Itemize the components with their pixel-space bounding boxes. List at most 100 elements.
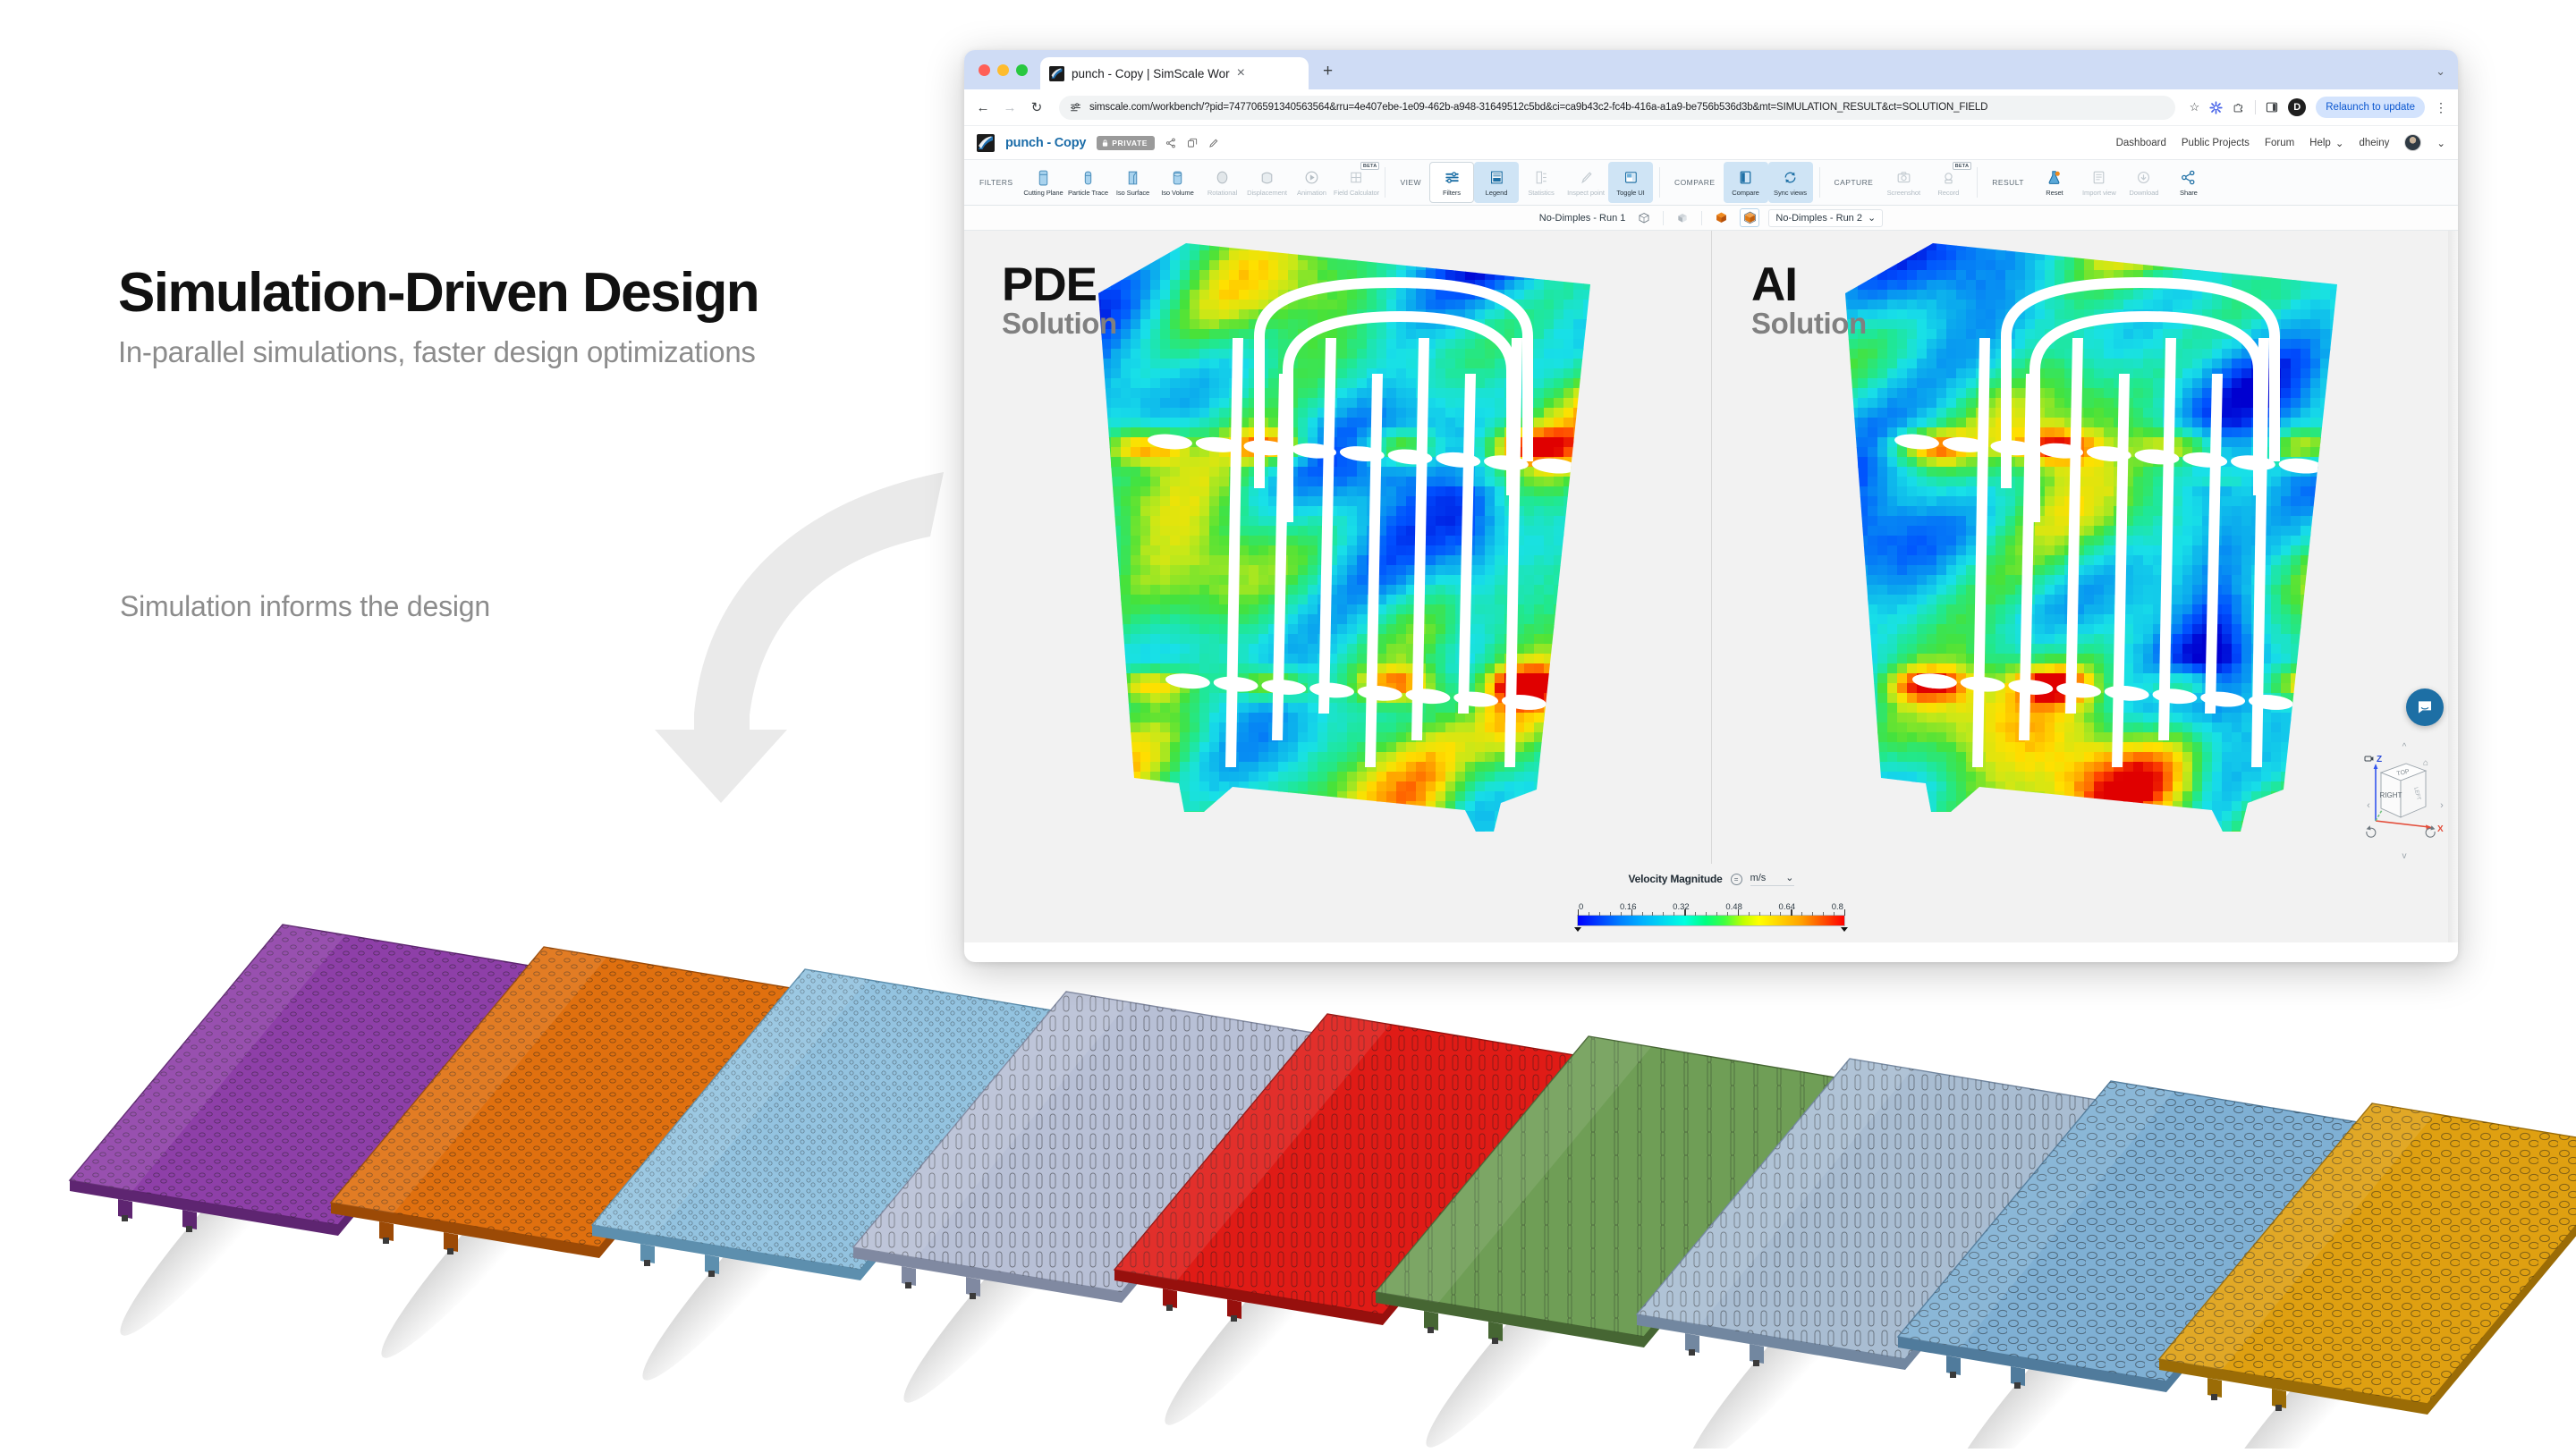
tune-icon[interactable] (1070, 102, 1081, 114)
ribbon-button-label: Compare (1732, 189, 1759, 197)
ribbon-button-share[interactable]: Share (2166, 162, 2211, 203)
extensions-icon[interactable] (2233, 101, 2245, 114)
profile-avatar[interactable]: D (2288, 98, 2306, 116)
reload-button[interactable]: ↻ (1029, 99, 1045, 115)
ribbon-button-filters[interactable]: Filters (1429, 162, 1474, 203)
run2-select[interactable]: No-Dimples - Run 2 ⌄ (1768, 209, 1883, 227)
wireframe-cube-icon[interactable] (1634, 208, 1654, 227)
beta-tag: BETA (1360, 162, 1380, 170)
chevron-down-icon[interactable]: ⌄ (2335, 137, 2344, 149)
window-traffic-lights[interactable] (975, 50, 1035, 89)
rotational-icon (1214, 169, 1231, 186)
relaunch-to-update-button[interactable]: Relaunch to update (2316, 97, 2425, 118)
ribbon-button-label: Cutting Plane (1023, 189, 1063, 197)
legend-major-tick (1631, 909, 1632, 916)
ribbon-button-legend[interactable]: Legend (1474, 162, 1519, 203)
username-label: dheiny (2359, 138, 2389, 148)
copy-icon[interactable] (1187, 138, 1198, 148)
legend-colorbar[interactable] (1577, 915, 1845, 926)
compare-divider[interactable] (1711, 231, 1712, 864)
legend-major-tick (1738, 909, 1739, 916)
ribbon-button-reset[interactable]: Reset (2032, 162, 2077, 203)
orange-cube-icon[interactable] (1711, 208, 1731, 227)
bookmark-star-icon[interactable]: ☆ (2190, 100, 2200, 114)
chevron-down-icon[interactable]: ⌄ (1868, 212, 1876, 224)
ribbon-group-label-result: RESULT (1984, 178, 2032, 187)
browser-menu-button[interactable]: ⋮ (2435, 100, 2447, 115)
ribbon-button-inspect-point: Inspect point (1563, 162, 1608, 203)
legend-minor-tick (1801, 912, 1802, 916)
url-text: simscale.com/workbench/?pid=747706591340… (1089, 102, 2165, 113)
browser-tab-title: punch - Copy | SimScale Wor (1072, 67, 1230, 80)
new-tab-button[interactable]: + (1323, 62, 1333, 81)
legend-minor-tick (1780, 912, 1781, 916)
headline-block: Simulation-Driven Design In-parallel sim… (118, 265, 1013, 369)
browser-tab[interactable]: punch - Copy | SimScale Wor × (1040, 57, 1309, 89)
chevron-down-icon[interactable]: ⌄ (2436, 64, 2445, 79)
legend-minor-tick (1834, 912, 1835, 916)
cutting-plane-icon (1035, 169, 1052, 186)
forward-button[interactable]: → (1002, 100, 1018, 115)
arrow-left-icon: ‹ (2367, 800, 2370, 811)
curved-down-arrow-icon (537, 447, 948, 823)
ribbon-button-sync-views[interactable]: Sync views (1768, 162, 1813, 203)
ribbon-button-label: Legend (1486, 189, 1508, 197)
ribbon-button-iso-volume[interactable]: Iso Volume (1155, 162, 1199, 203)
minimize-window-button[interactable] (997, 64, 1009, 76)
result-viewport[interactable]: PDE Solution AI Solution Velocity Magnit… (964, 231, 2458, 942)
zoom-window-button[interactable] (1016, 64, 1028, 76)
browser-tab-strip: punch - Copy | SimScale Wor × + ⌄ (964, 50, 2458, 89)
ribbon-button-label: Rotational (1208, 189, 1237, 197)
unit-select[interactable]: m/s ⌄ (1750, 872, 1794, 886)
nav-link-help[interactable]: Help (2309, 138, 2331, 148)
close-icon[interactable]: × (1237, 66, 1245, 80)
pde-label-small: Solution (1002, 308, 1117, 340)
ribbon-button-iso-surface[interactable]: Iso Surface (1110, 162, 1155, 203)
ribbon-button-compare[interactable]: Compare (1724, 162, 1768, 203)
nav-link-public-projects[interactable]: Public Projects (2182, 138, 2250, 148)
legend-range-handle[interactable] (1574, 927, 1581, 932)
viewport-scrollbar[interactable] (2448, 231, 2458, 942)
chat-bubble-icon[interactable] (2406, 688, 2444, 726)
page-title: Simulation-Driven Design (118, 265, 1013, 321)
solid-cube-icon[interactable] (1673, 208, 1692, 227)
color-legend[interactable]: Velocity Magnitude = m/s ⌄ 0 0.16 0.32 0… (1577, 872, 1845, 926)
side-panel-icon[interactable] (2266, 101, 2278, 114)
ribbon-button-label: Field Calculator (1334, 189, 1379, 197)
address-bar[interactable]: simscale.com/workbench/?pid=747706591340… (1059, 96, 2175, 120)
edit-pencil-icon[interactable] (1208, 138, 1219, 148)
orange-outline-cube-icon[interactable] (1740, 208, 1759, 227)
nav-link-dashboard[interactable]: Dashboard (2116, 138, 2166, 148)
project-name[interactable]: punch - Copy (1005, 136, 1086, 150)
ribbon-button-label: Iso Surface (1116, 189, 1149, 197)
chevron-down-icon[interactable]: ⌄ (2436, 137, 2445, 149)
axis-x-label: X (2437, 824, 2444, 834)
legend-equals-icon[interactable]: = (1731, 874, 1742, 885)
avatar[interactable] (2404, 134, 2421, 151)
legend-minor-tick (1599, 912, 1600, 916)
ribbon-button-particle-trace[interactable]: Particle Trace (1065, 162, 1110, 203)
reset-flask-icon (2046, 169, 2063, 186)
cube-body: TOP RIGHT LEFT (2380, 764, 2426, 817)
arrow-right-icon: › (2440, 800, 2444, 811)
simscale-logo[interactable] (977, 134, 995, 152)
back-button[interactable]: ← (975, 100, 991, 115)
legend-header: Velocity Magnitude = m/s ⌄ (1577, 872, 1845, 886)
ribbon-group-label-view: VIEW (1392, 178, 1429, 187)
ribbon-button-rotational: Rotational (1199, 162, 1244, 203)
legend-minor-tick (1621, 912, 1622, 916)
ribbon-button-cutting-plane[interactable]: Cutting Plane (1021, 162, 1065, 203)
ribbon-button-label: Toggle UI (1616, 189, 1644, 197)
legend-range-handle[interactable] (1841, 927, 1848, 932)
nav-link-forum[interactable]: Forum (2265, 138, 2294, 148)
ai-label-big: AI (1751, 263, 1867, 308)
share-icon[interactable] (1165, 138, 1176, 148)
ribbon-button-toggle-ui[interactable]: Toggle UI (1608, 162, 1653, 203)
view-navigation-cube[interactable]: ^ v ‹ › ⌂ Z X T (2363, 739, 2449, 862)
settings-gear-icon[interactable] (2209, 101, 2223, 114)
close-window-button[interactable] (979, 64, 990, 76)
chevron-down-icon[interactable]: ⌄ (1785, 872, 1793, 883)
legend-major-tick (1578, 909, 1579, 916)
app-header: punch - Copy PRIVATE Dashboard Public Pr… (964, 125, 2458, 159)
arrow-up-icon: ^ (2402, 742, 2407, 752)
